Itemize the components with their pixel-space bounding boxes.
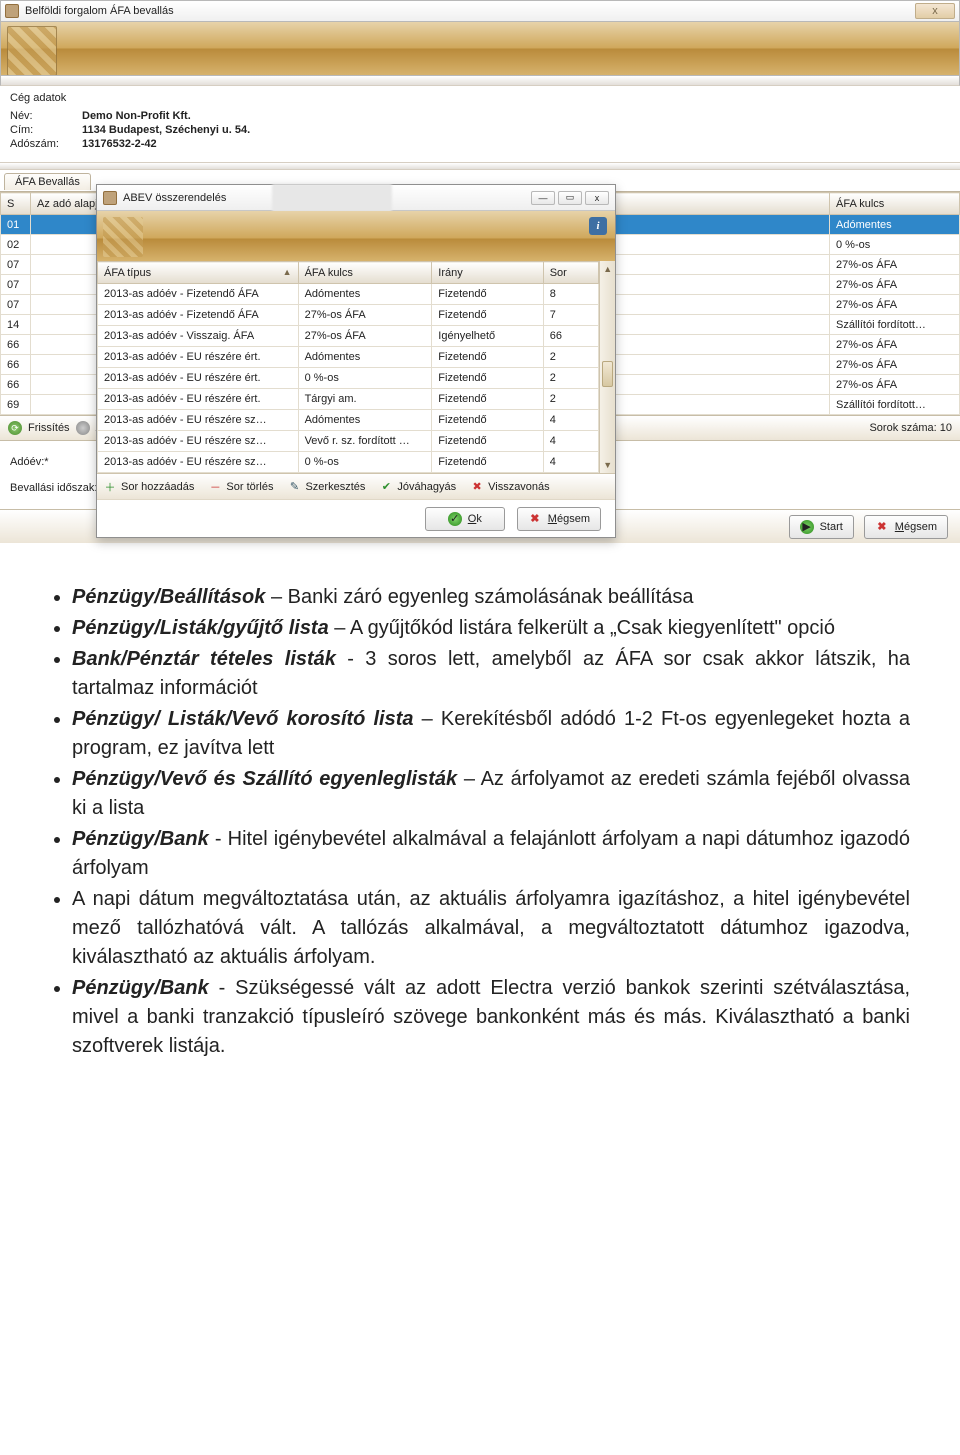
table-row[interactable]: 2013-as adóév - Visszaig. ÁFA27%-os ÁFAI… xyxy=(98,326,599,347)
revert-icon: ✖ xyxy=(470,480,484,494)
x-icon: ✖ xyxy=(875,520,889,534)
company-tax-label: Adószám: xyxy=(10,138,82,150)
dialog-max-button[interactable]: ▭ xyxy=(558,191,582,205)
scroll-down-icon[interactable]: ▼ xyxy=(600,457,615,473)
info-icon[interactable]: i xyxy=(589,217,607,235)
doc-li-1: Pénzügy/Beállítások – Banki záró egyenle… xyxy=(72,583,910,612)
status-rowcount: Sorok száma: 10 xyxy=(869,422,952,434)
dialog-min-button[interactable]: — xyxy=(531,191,555,205)
dialog-titlebar[interactable]: ABEV összerendelés — ▭ x xyxy=(97,185,615,211)
doc-li-5: Pénzügy/Vevő és Szállító egyenleglisták … xyxy=(72,765,910,823)
company-heading: Cég adatok xyxy=(10,92,950,104)
doc-li-7: A napi dátum megváltoztatása után, az ak… xyxy=(72,885,910,972)
x-icon: ✖ xyxy=(528,512,542,526)
edit-icon: ✎ xyxy=(287,480,301,494)
dialog-icon xyxy=(103,191,117,205)
dcol-irany[interactable]: Irány xyxy=(432,262,543,284)
dialog-scrollbar[interactable]: ▲ ▼ xyxy=(599,261,615,473)
table-row[interactable]: 2013-as adóév - EU részére ért.Tárgyi am… xyxy=(98,389,599,410)
dialog-title: ABEV összerendelés xyxy=(123,192,226,204)
dialog-cancel-button[interactable]: ✖Mégsem xyxy=(517,507,601,531)
dialog-grid[interactable]: ÁFA típus▲ ÁFA kulcs Irány Sor 2013-as a… xyxy=(97,261,599,473)
dcol-kulcs[interactable]: ÁFA kulcs xyxy=(298,262,432,284)
dialog-toolbar: ＋Sor hozzáadás －Sor törlés ✎Szerkesztés … xyxy=(97,473,615,499)
col-kulcs[interactable]: ÁFA kulcs xyxy=(830,193,960,215)
play-icon: ▶ xyxy=(800,520,814,534)
main-cancel-button[interactable]: ✖Mégsem xyxy=(864,515,948,539)
company-addr-label: Cím: xyxy=(10,124,82,136)
col-s[interactable]: S xyxy=(1,193,31,215)
company-name-label: Név: xyxy=(10,110,82,122)
doc-li-4: Pénzügy/ Listák/Vevő korosító lista – Ke… xyxy=(72,705,910,763)
main-grid-wrap: S Az adó alapja Az adó összege ÁFA típus… xyxy=(0,192,960,415)
table-row[interactable]: 2013-as adóév - Fizetendő ÁFA27%-os ÁFAF… xyxy=(98,305,599,326)
toolbar-add[interactable]: ＋Sor hozzáadás xyxy=(103,480,194,494)
table-row[interactable]: 2013-as adóév - EU részére ért.Adómentes… xyxy=(98,347,599,368)
toolbar-edit[interactable]: ✎Szerkesztés xyxy=(287,480,365,494)
scroll-up-icon[interactable]: ▲ xyxy=(600,261,615,277)
gear-icon[interactable] xyxy=(76,421,90,435)
table-row[interactable]: 2013-as adóév - EU részére ért.0 %-osFiz… xyxy=(98,368,599,389)
toolbar-revert[interactable]: ✖Visszavonás xyxy=(470,480,550,494)
dialog-ok-button[interactable]: ✓Ok xyxy=(425,507,505,531)
dialog-close-button[interactable]: x xyxy=(585,191,609,205)
dialog-header-band: i xyxy=(97,211,615,261)
window-close-button[interactable]: x xyxy=(915,3,955,19)
doc-li-6: Pénzügy/Bank - Hitel igénybevétel alkalm… xyxy=(72,825,910,883)
abev-dialog: ABEV összerendelés — ▭ x i ÁFA típus▲ ÁF… xyxy=(96,184,616,538)
dcol-sor[interactable]: Sor xyxy=(543,262,599,284)
dialog-subtitle-blur xyxy=(272,184,392,212)
document-section: Pénzügy/Beállítások – Banki záró egyenle… xyxy=(0,543,960,1093)
company-panel: Cég adatok Név:Demo Non-Profit Kft. Cím:… xyxy=(0,86,960,162)
dcol-tipus[interactable]: ÁFA típus▲ xyxy=(98,262,299,284)
toolbar-approve[interactable]: ✔Jóváhagyás xyxy=(379,480,456,494)
table-row[interactable]: 2013-as adóév - EU részére sz…AdómentesF… xyxy=(98,410,599,431)
delete-icon: － xyxy=(208,480,222,494)
status-refresh[interactable]: Frissítés xyxy=(28,422,70,434)
tab-afa-bevallas[interactable]: ÁFA Bevallás xyxy=(4,173,91,190)
app-icon xyxy=(5,4,19,18)
scroll-thumb[interactable] xyxy=(602,361,613,387)
doc-li-8: Pénzügy/Bank - Szükségessé vált az adott… xyxy=(72,974,910,1061)
company-tax-value: 13176532-2-42 xyxy=(82,138,157,150)
start-button[interactable]: ▶Start xyxy=(789,515,854,539)
add-icon: ＋ xyxy=(103,480,117,494)
refresh-icon[interactable]: ⟳ xyxy=(8,421,22,435)
company-name-value: Demo Non-Profit Kft. xyxy=(82,110,191,122)
company-addr-value: 1134 Budapest, Széchenyi u. 54. xyxy=(82,124,250,136)
sort-asc-icon: ▲ xyxy=(283,267,292,277)
table-row[interactable]: 2013-as adóév - EU részére sz…0 %-osFize… xyxy=(98,452,599,473)
doc-li-2: Pénzügy/Listák/gyűjtő lista – A gyűjtőkó… xyxy=(72,614,910,643)
ribbon-band xyxy=(0,22,960,76)
table-row[interactable]: 2013-as adóév - EU részére sz…Vevő r. sz… xyxy=(98,431,599,452)
approve-icon: ✔ xyxy=(379,480,393,494)
toolbar-del[interactable]: －Sor törlés xyxy=(208,480,273,494)
check-icon: ✓ xyxy=(448,512,462,526)
doc-li-3: Bank/Pénztár tételes listák - 3 soros le… xyxy=(72,645,910,703)
table-row[interactable]: 2013-as adóév - Fizetendő ÁFAAdómentesFi… xyxy=(98,284,599,305)
window-title: Belföldi forgalom ÁFA bevallás xyxy=(25,5,174,17)
window-titlebar: Belföldi forgalom ÁFA bevallás x xyxy=(0,0,960,22)
